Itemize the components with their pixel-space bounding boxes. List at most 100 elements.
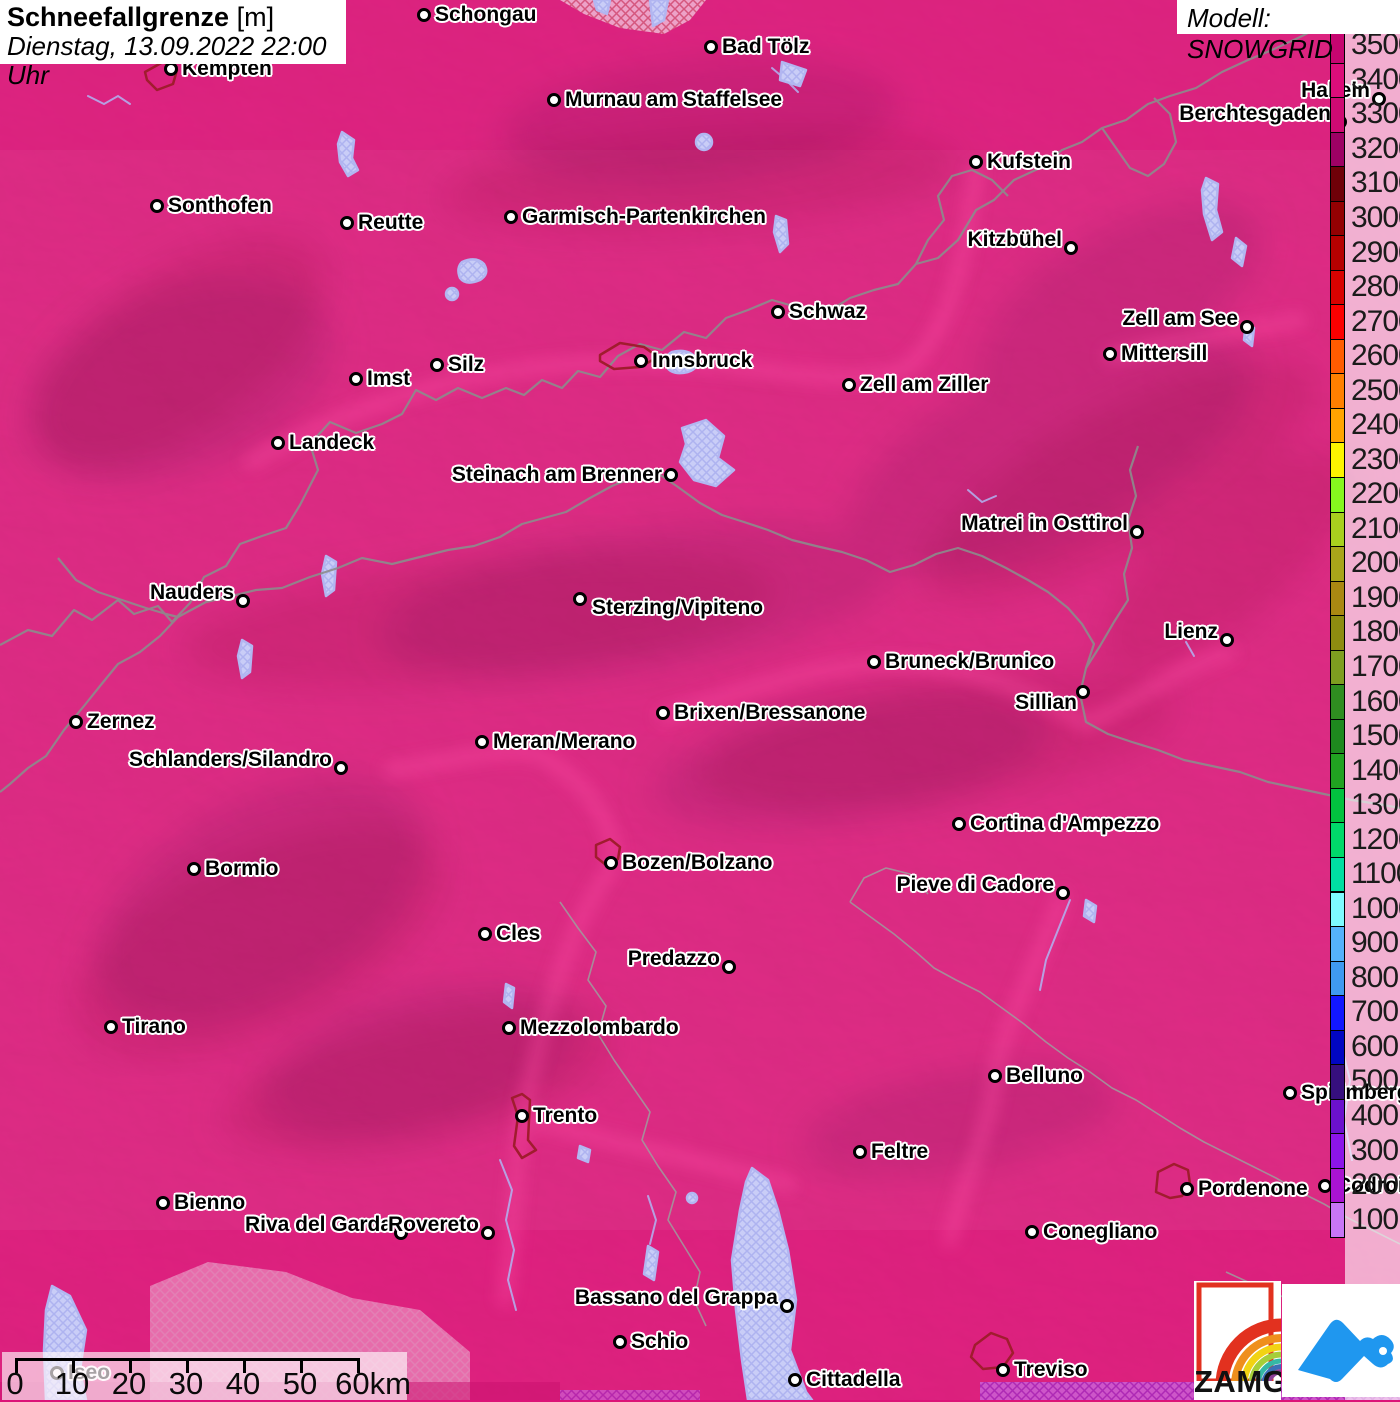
city-marker — [1180, 1182, 1194, 1196]
city-label: Bassano del Grappa — [574, 1286, 778, 1309]
city-label: Zernez — [87, 710, 155, 733]
city-label: Silz — [448, 353, 485, 376]
city-marker — [722, 960, 736, 974]
city-marker — [547, 93, 561, 107]
city-marker — [604, 856, 618, 870]
city-label: Treviso — [1014, 1358, 1088, 1381]
city-marker — [1064, 241, 1078, 255]
city-marker — [271, 436, 285, 450]
city-label: Bruneck/Brunico — [885, 650, 1055, 673]
title-box: Schneefallgrenze [m] Dienstag, 13.09.202… — [0, 0, 346, 90]
map-timestamp: Dienstag, 13.09.2022 22:00 Uhr — [7, 31, 327, 90]
city-label: Schwaz — [789, 300, 867, 323]
city-label: Pordenone — [1198, 1177, 1308, 1200]
city-marker — [504, 210, 518, 224]
city-label: Nauders — [149, 581, 234, 604]
city-marker — [867, 655, 881, 669]
city-label: Bormio — [205, 857, 279, 880]
city-marker — [664, 468, 678, 482]
city-label: Bozen/Bolzano — [622, 851, 773, 874]
snowgrid-map-page: { "header": { "title": "Schneefallgrenze… — [0, 0, 1400, 1401]
weather-map: Schongau Bad Tölz Kempten Murnau am Staffel… — [0, 0, 1400, 1401]
city-marker — [1130, 525, 1144, 539]
city-label: Cles — [496, 922, 541, 945]
city-label: Spilimbergo — [1301, 1081, 1400, 1104]
city-marker — [430, 358, 444, 372]
city-marker — [69, 715, 83, 729]
city-marker — [771, 305, 785, 319]
city-label: Feltre — [871, 1140, 929, 1163]
city-label: Bad Tölz — [722, 35, 810, 58]
city-marker — [1103, 347, 1117, 361]
city-label: Schio — [631, 1330, 689, 1353]
city-label: Schlanders/Silandro — [128, 748, 332, 771]
city-label: Hallein — [1301, 79, 1370, 102]
city-label: Lienz — [1164, 620, 1218, 643]
zamg-logo: ZAMG — [1194, 1281, 1281, 1400]
mountain-cloud-logo — [1282, 1284, 1400, 1397]
city-label: Berchtesgaden — [1179, 102, 1331, 125]
city-label: Conegliano — [1043, 1220, 1158, 1243]
city-label: Reutte — [358, 211, 424, 234]
city-marker — [475, 735, 489, 749]
cities-layer: Schongau Bad Tölz Kempten Murnau am Staffel… — [0, 0, 1400, 1400]
city-marker — [187, 862, 201, 876]
city-label: Mezzolombardo — [520, 1016, 679, 1039]
city-marker — [104, 1020, 118, 1034]
city-marker — [417, 8, 431, 22]
city-marker — [349, 372, 363, 386]
city-marker — [1220, 633, 1234, 647]
city-marker — [156, 1196, 170, 1210]
city-label: Trento — [533, 1104, 598, 1127]
city-label: Innsbruck — [652, 349, 753, 372]
city-marker — [788, 1373, 802, 1387]
city-marker — [969, 155, 983, 169]
city-marker — [1283, 1086, 1297, 1100]
city-marker — [1076, 685, 1090, 699]
city-marker — [478, 927, 492, 941]
distance-scalebar: 0 10 20 30 40 50 60km — [2, 1352, 411, 1401]
city-marker — [952, 817, 966, 831]
city-label: Sillian — [1015, 691, 1077, 714]
title-text: Schneefallgrenze — [7, 2, 230, 32]
title-unit: [m] — [236, 2, 275, 32]
city-label: Sterzing/Vipiteno — [592, 596, 764, 619]
city-marker — [236, 594, 250, 608]
city-marker — [340, 216, 354, 230]
city-marker — [704, 40, 718, 54]
city-label: Riva del Garda — [244, 1213, 392, 1236]
city-label: Schongau — [435, 3, 537, 26]
city-label: Sonthofen — [168, 194, 272, 217]
city-label: Cittadella — [806, 1368, 901, 1391]
city-marker — [842, 378, 856, 392]
city-marker — [1025, 1225, 1039, 1239]
model-label: Modell: SNOWGRID — [1177, 0, 1400, 64]
city-marker — [988, 1069, 1002, 1083]
city-label: Pieve di Cadore — [896, 873, 1054, 896]
city-marker — [150, 199, 164, 213]
city-marker — [1372, 92, 1386, 106]
city-marker — [502, 1021, 516, 1035]
mountain-cloud-icon — [1298, 1319, 1394, 1382]
city-marker — [1240, 320, 1254, 334]
city-marker — [634, 354, 648, 368]
city-label: Cortina d'Ampezzo — [970, 812, 1160, 835]
city-label: Zell am See — [1122, 307, 1238, 330]
city-marker — [515, 1109, 529, 1123]
city-marker — [573, 592, 587, 606]
city-label: Imst — [367, 367, 411, 390]
city-label: Kitzbühel — [967, 228, 1063, 251]
city-label: Garmisch-Partenkirchen — [522, 205, 766, 228]
zamg-logo-text: ZAMG — [1194, 1364, 1281, 1399]
city-label: Kufstein — [987, 150, 1071, 173]
city-marker — [613, 1335, 627, 1349]
city-label: Meran/Merano — [493, 730, 636, 753]
city-label: Codroipo — [1336, 1174, 1400, 1197]
map-title: Schneefallgrenze [m] — [7, 2, 346, 32]
city-marker — [1056, 886, 1070, 900]
city-label: Brixen/Bressanone — [674, 701, 866, 724]
city-label: Predazzo — [627, 947, 720, 970]
city-marker — [780, 1299, 794, 1313]
city-label: Tirano — [122, 1015, 186, 1038]
city-label: Mittersill — [1121, 342, 1208, 365]
